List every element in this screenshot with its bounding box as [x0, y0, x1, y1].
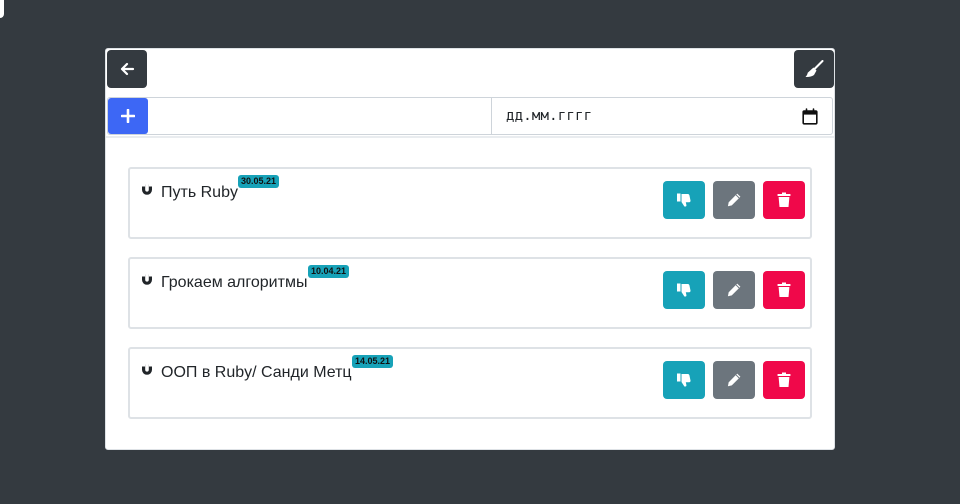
book-actions: [663, 271, 805, 309]
magnet-icon: [140, 363, 154, 377]
clear-all-button[interactable]: [794, 50, 834, 88]
delete-button[interactable]: [763, 181, 805, 219]
pencil-icon: [726, 192, 742, 208]
magnet-icon: [140, 183, 154, 197]
trash-icon: [777, 372, 791, 388]
plus-icon: [121, 109, 135, 123]
book-title-input[interactable]: [148, 98, 491, 134]
form-divider: [106, 136, 834, 138]
back-button[interactable]: [107, 50, 147, 88]
book-actions: [663, 181, 805, 219]
trash-icon: [777, 192, 791, 208]
dislike-button[interactable]: [663, 271, 705, 309]
book-title: ООП в Ruby/ Санди Метц: [161, 364, 352, 381]
book-list: Путь Ruby 30.05.21 Грокаем алгоритмы 10.…: [128, 167, 812, 437]
book-title: Грокаем алгоритмы: [161, 274, 308, 291]
date-badge: 14.05.21: [352, 355, 394, 368]
date-input[interactable]: дд.мм.гггг: [491, 98, 832, 134]
thumbs-down-icon: [676, 372, 692, 388]
book-item: ООП в Ruby/ Санди Метц 14.05.21: [128, 347, 812, 419]
book-item: Путь Ruby 30.05.21: [128, 167, 812, 239]
book-actions: [663, 361, 805, 399]
edit-button[interactable]: [713, 361, 755, 399]
book-title: Путь Ruby: [161, 184, 238, 201]
thumbs-down-icon: [676, 282, 692, 298]
add-book-form: дд.мм.гггг: [107, 97, 833, 135]
trash-icon: [777, 282, 791, 298]
window-corner: [0, 0, 4, 18]
delete-button[interactable]: [763, 361, 805, 399]
top-bar: [106, 49, 834, 97]
pencil-icon: [726, 282, 742, 298]
thumbs-down-icon: [676, 192, 692, 208]
broom-icon: [804, 60, 824, 78]
book-item: Грокаем алгоритмы 10.04.21: [128, 257, 812, 329]
date-badge: 30.05.21: [238, 175, 280, 188]
arrow-left-icon: [119, 61, 135, 77]
calendar-icon[interactable]: [802, 107, 818, 125]
pencil-icon: [726, 372, 742, 388]
dislike-button[interactable]: [663, 361, 705, 399]
dislike-button[interactable]: [663, 181, 705, 219]
edit-button[interactable]: [713, 181, 755, 219]
date-placeholder: дд.мм.гггг: [506, 108, 593, 124]
edit-button[interactable]: [713, 271, 755, 309]
delete-button[interactable]: [763, 271, 805, 309]
add-book-button[interactable]: [108, 98, 148, 134]
magnet-icon: [140, 273, 154, 287]
reading-list-panel: дд.мм.гггг Путь Ruby 30.05.21 Грокаем ал…: [105, 48, 835, 450]
date-badge: 10.04.21: [308, 265, 350, 278]
